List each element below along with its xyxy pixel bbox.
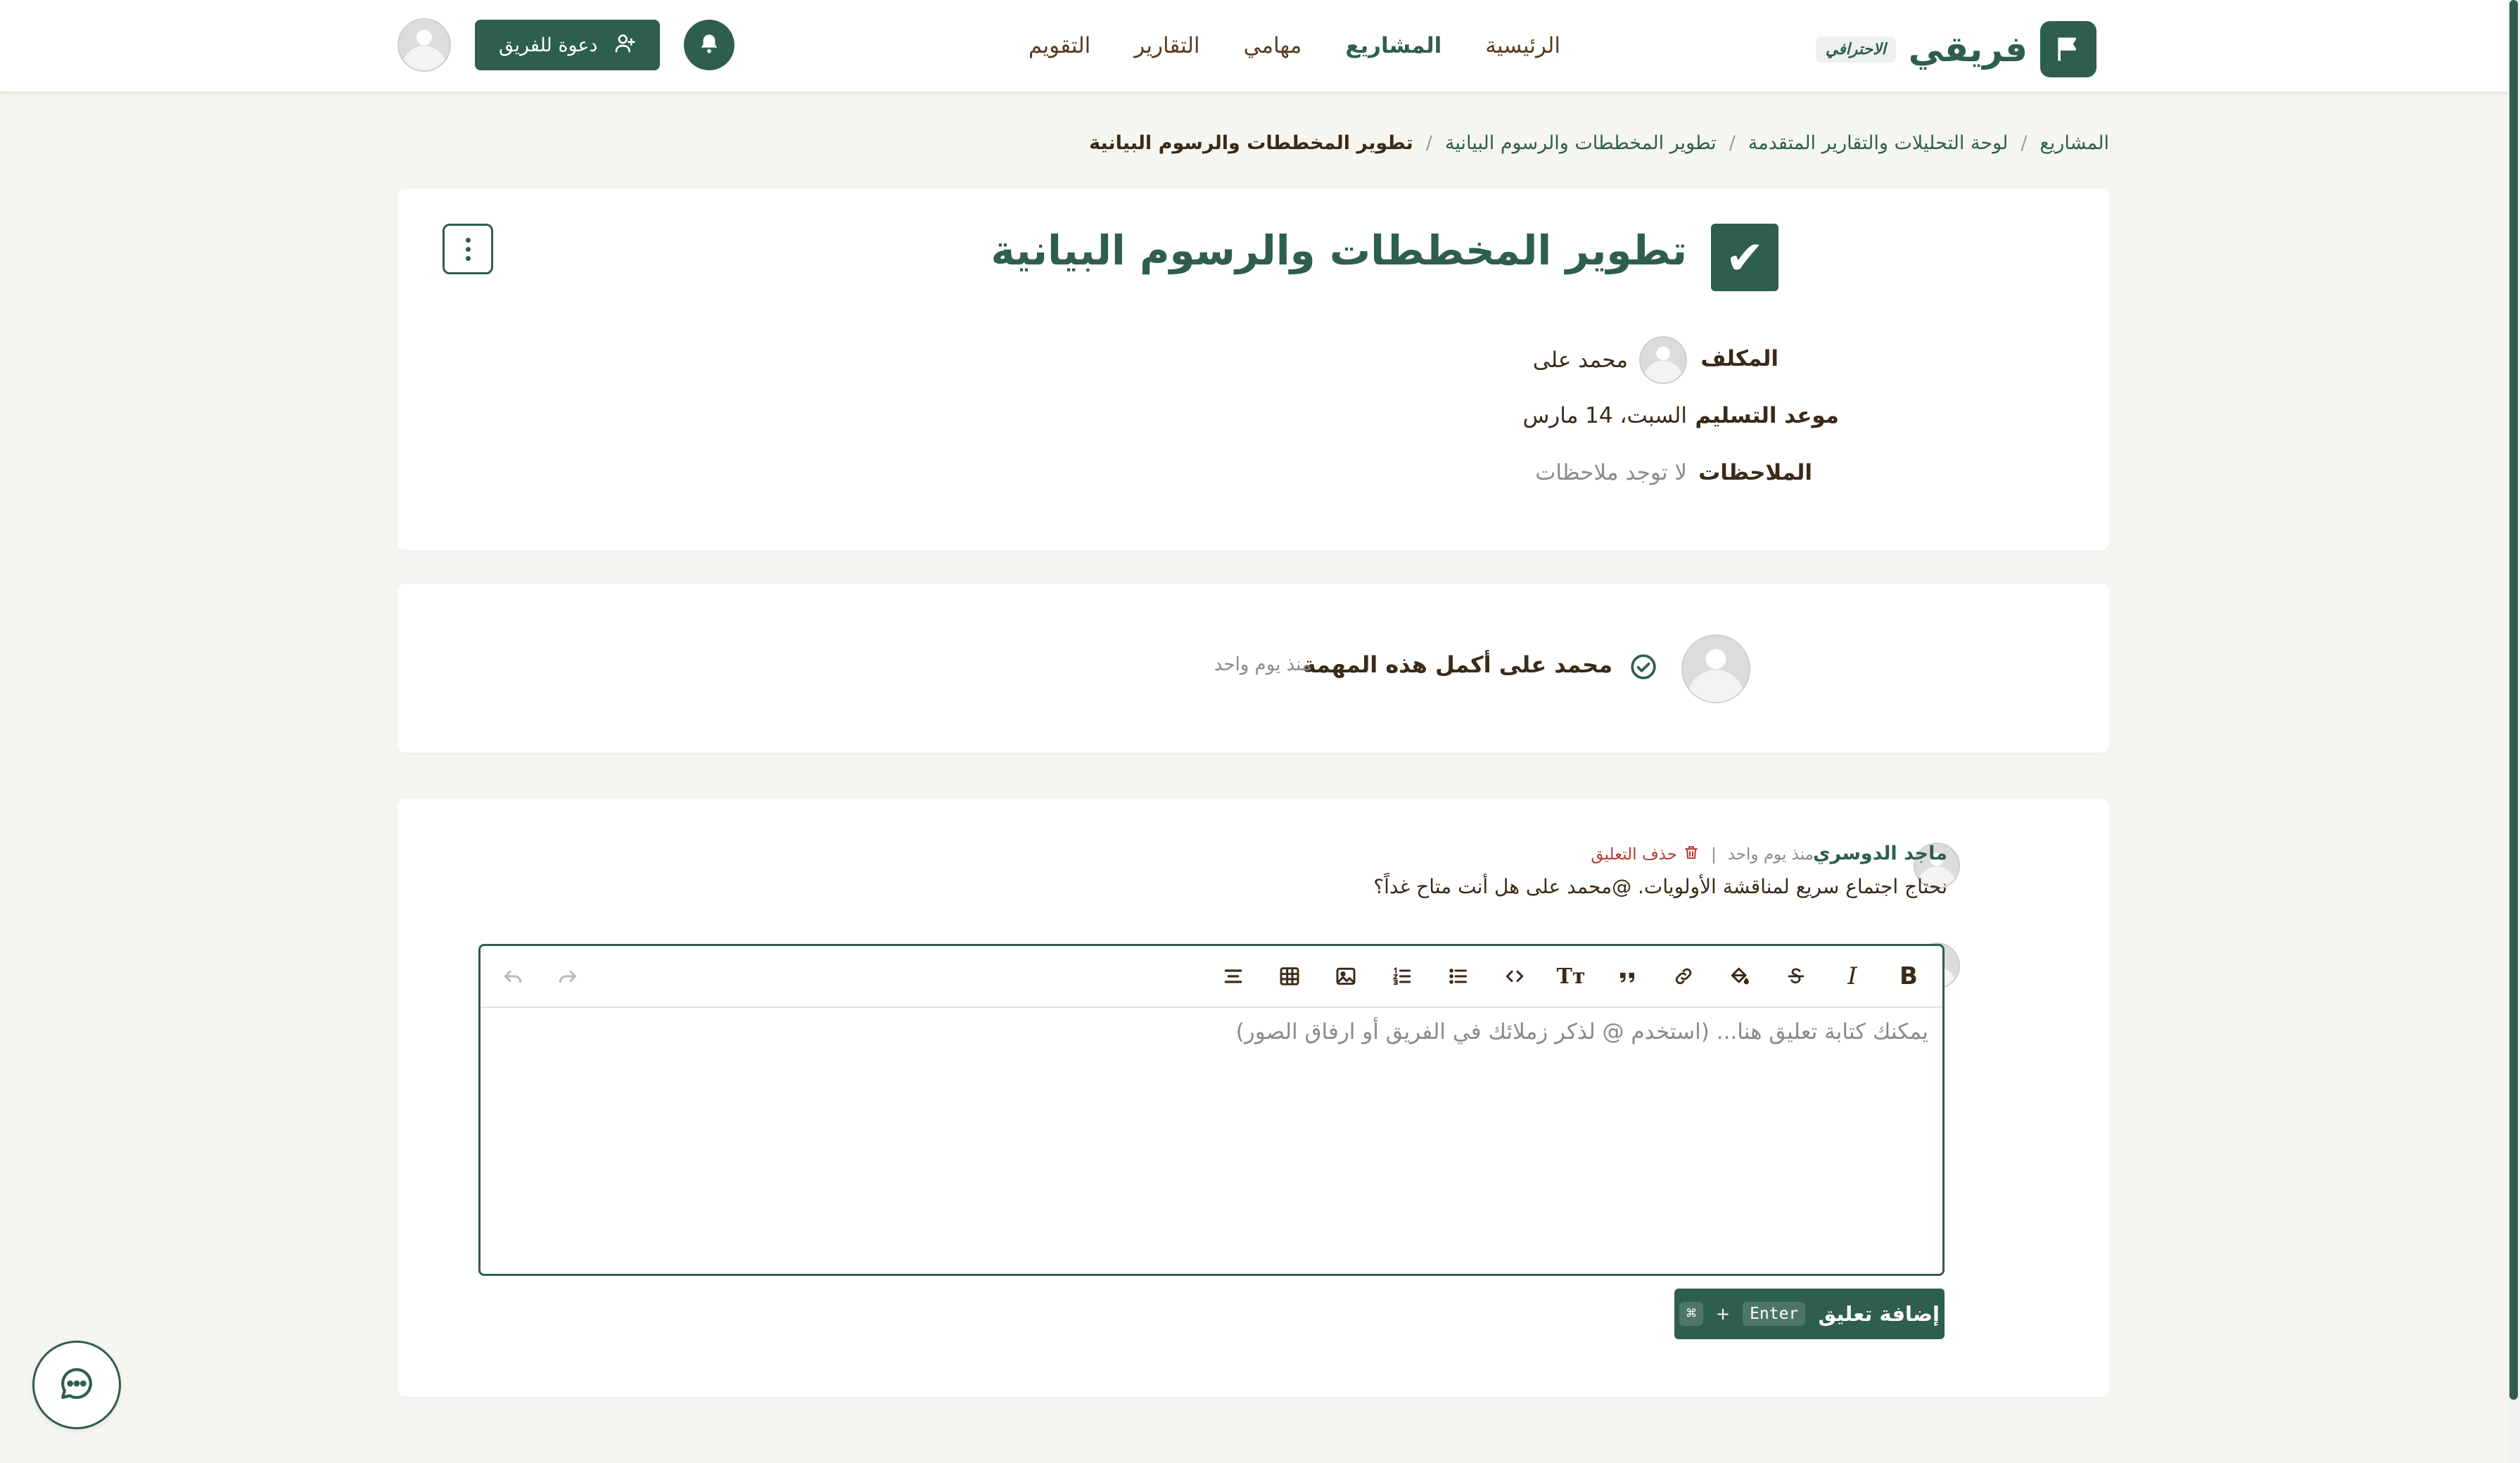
- strikethrough-icon[interactable]: [1781, 961, 1812, 992]
- link-icon[interactable]: [1668, 961, 1699, 992]
- italic-icon[interactable]: I: [1837, 961, 1868, 992]
- code-icon[interactable]: [1499, 961, 1530, 992]
- checkmark-icon: ✔: [1725, 230, 1764, 285]
- top-navbar: فريقي الاحترافي الرئيسية المشاريع مهامي …: [0, 0, 2507, 94]
- add-comment-button[interactable]: إضافة تعليق Enter + ⌘: [1674, 1289, 1945, 1339]
- invite-team-label: دعوة للفريق: [499, 34, 598, 56]
- bullet-list-icon[interactable]: [1443, 961, 1474, 992]
- delete-comment-button[interactable]: حذف التعليق: [1591, 844, 1700, 865]
- enter-key-hint: Enter: [1743, 1302, 1806, 1326]
- comment-input[interactable]: يمكنك كتابة تعليق هنا... (استخدم @ لذكر …: [1236, 1019, 1928, 1044]
- text-size-icon[interactable]: Tт: [1555, 961, 1586, 992]
- due-date-value[interactable]: السبت، 14 مارس: [1522, 403, 1687, 428]
- assignee-avatar: [1639, 336, 1687, 384]
- more-options-button[interactable]: [443, 224, 493, 274]
- breadcrumb-current: تطوير المخططات والرسوم البيانية: [1089, 132, 1413, 154]
- assignee-label: المكلف: [1700, 346, 1778, 371]
- table-icon[interactable]: [1274, 961, 1305, 992]
- redo-icon[interactable]: [552, 961, 583, 992]
- nav-my-tasks[interactable]: مهامي: [1244, 33, 1302, 58]
- editor-toolbar: B I Tт: [481, 946, 1942, 1008]
- user-avatar[interactable]: [397, 18, 451, 72]
- comment-editor: B I Tт يمكنك كتابة تعليق هنا... (استخدم …: [478, 944, 1945, 1276]
- meta-divider: |: [1710, 845, 1717, 864]
- invite-team-button[interactable]: دعوة للفريق: [475, 20, 660, 70]
- nav-reports[interactable]: التقارير: [1134, 33, 1199, 58]
- activity-time: منذ يوم واحد: [1214, 654, 1311, 675]
- image-icon[interactable]: [1330, 961, 1361, 992]
- chat-bubble-icon: [57, 1364, 96, 1406]
- scrollbar-thumb[interactable]: [2509, 0, 2518, 1400]
- shortcut-plus: +: [1715, 1304, 1731, 1324]
- delete-comment-label: حذف التعليق: [1591, 845, 1677, 864]
- breadcrumb-separator: /: [1729, 132, 1736, 154]
- nav-calendar[interactable]: التقويم: [1029, 33, 1090, 58]
- undo-icon[interactable]: [497, 961, 528, 992]
- task-details-card: ✔ تطوير المخططات والرسوم البيانية المكلف…: [397, 189, 2109, 550]
- user-plus-icon: [613, 32, 636, 59]
- breadcrumb-separator: /: [2021, 132, 2028, 154]
- chat-button[interactable]: [32, 1341, 121, 1429]
- breadcrumb-separator: /: [1425, 132, 1432, 154]
- activity-card: محمد على أكمل هذه المهمة منذ يوم واحد: [397, 584, 2109, 753]
- activity-avatar: [1681, 634, 1750, 703]
- brand[interactable]: فريقي الاحترافي: [1815, 21, 2096, 77]
- notifications-button[interactable]: [683, 20, 734, 70]
- highlight-icon[interactable]: [1724, 961, 1755, 992]
- breadcrumb: المشاريع / لوحة التحليلات والتقارير المت…: [1089, 132, 2109, 154]
- notes-label: الملاحظات: [1698, 460, 1812, 485]
- main-nav: الرئيسية المشاريع مهامي التقارير التقويم: [1029, 0, 1560, 91]
- add-comment-label: إضافة تعليق: [1818, 1302, 1940, 1326]
- comment-body: نحتاج اجتماع سريع لمناقشة الأولويات. @مح…: [1373, 875, 1947, 898]
- history-tools: [497, 946, 583, 1007]
- top-actions: دعوة للفريق: [397, 18, 734, 72]
- comment-author[interactable]: ماجد الدوسري: [1813, 843, 1947, 864]
- align-center-icon[interactable]: [1218, 961, 1249, 992]
- nav-projects[interactable]: المشاريع: [1345, 33, 1442, 58]
- comment-time: منذ يوم واحد: [1727, 845, 1814, 864]
- more-vertical-icon: [465, 237, 471, 243]
- bell-icon: [697, 32, 721, 58]
- comment-meta: منذ يوم واحد | حذف التعليق: [1591, 844, 1814, 865]
- task-title: تطوير المخططات والرسوم البيانية: [991, 226, 1687, 274]
- activity-text: محمد على أكمل هذه المهمة: [1302, 651, 1612, 678]
- command-key-hint: ⌘: [1679, 1302, 1703, 1326]
- formatting-tools: B I Tт: [1218, 946, 1924, 1007]
- check-circle-icon: [1629, 653, 1657, 681]
- numbered-list-icon[interactable]: [1387, 961, 1418, 992]
- flag-icon: [2040, 21, 2096, 77]
- notes-value[interactable]: لا توجد ملاحظات: [1535, 460, 1687, 485]
- trash-icon: [1683, 844, 1700, 865]
- quote-icon[interactable]: [1612, 961, 1643, 992]
- assignee-name: محمد على: [1532, 347, 1628, 373]
- bold-icon[interactable]: B: [1893, 961, 1924, 992]
- brand-badge: الاحترافي: [1815, 36, 1896, 63]
- brand-name: فريقي: [1908, 29, 2028, 70]
- breadcrumb-parent-task[interactable]: تطوير المخططات والرسوم البيانية: [1445, 132, 1717, 154]
- due-date-label: موعد التسليم: [1695, 403, 1839, 428]
- comments-card: ماجد الدوسري منذ يوم واحد | حذف التعليق …: [397, 799, 2109, 1397]
- breadcrumb-projects[interactable]: المشاريع: [2039, 132, 2109, 154]
- nav-home[interactable]: الرئيسية: [1485, 33, 1560, 58]
- assignee-value[interactable]: محمد على: [1533, 336, 1687, 384]
- task-complete-checkbox[interactable]: ✔: [1711, 224, 1778, 291]
- breadcrumb-project[interactable]: لوحة التحليلات والتقارير المتقدمة: [1748, 132, 2009, 154]
- page-scrollbar[interactable]: [2507, 0, 2520, 1463]
